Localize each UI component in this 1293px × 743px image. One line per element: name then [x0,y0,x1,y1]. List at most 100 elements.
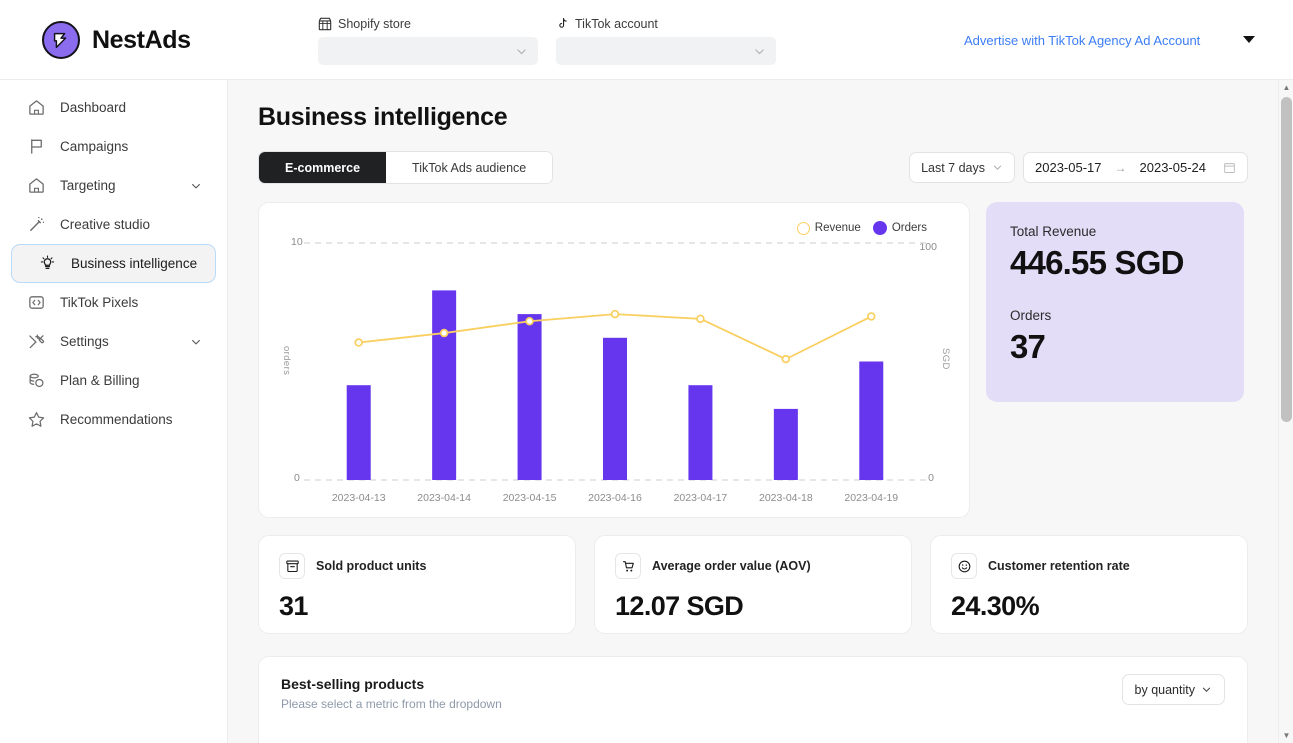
sidebar-item-business-intelligence[interactable]: Business intelligence [11,244,216,283]
sidebar-item-label: Business intelligence [71,256,198,271]
star-icon [24,408,48,432]
tab-tiktok-ads-audience[interactable]: TikTok Ads audience [386,152,553,183]
coins-icon [24,369,48,393]
sidebar: Dashboard Campaigns Targeting Creative s… [0,80,228,743]
date-range-separator: → [1114,160,1127,175]
advertise-agency-link[interactable]: Advertise with TikTok Agency Ad Account [964,33,1200,48]
date-preset-label: Last 7 days [921,160,985,175]
tiktok-account-selector[interactable]: TikTok account [556,17,776,65]
sidebar-item-tiktok-pixels[interactable]: TikTok Pixels [11,283,216,322]
metric-value: 24.30% [951,591,1040,621]
sidebar-item-label: Targeting [60,178,116,193]
nestads-logo-icon [42,21,80,59]
x-axis-tick: 2023-04-13 [331,492,386,504]
tab-ecommerce[interactable]: E-commerce [259,152,387,183]
sidebar-item-label: Creative studio [60,217,151,232]
date-range-picker[interactable]: 2023-05-17 → 2023-05-24 [1023,152,1248,183]
best-selling-metric-dropdown[interactable]: by quantity [1121,674,1225,705]
total-revenue-label: Total Revenue [1010,224,1097,239]
tools-icon [24,330,48,354]
metric-label: Sold product units [316,559,427,573]
date-preset-dropdown[interactable]: Last 7 days [909,152,1015,183]
brand[interactable]: NestAds [0,0,228,80]
scrollbar-thumb[interactable] [1281,97,1292,422]
sidebar-item-label: Campaigns [60,139,129,154]
metric-card-customer-retention-rate: Customer retention rate 24.30% [930,535,1248,634]
calendar-icon[interactable] [1223,161,1236,174]
total-revenue-value: 446.55 SGD [1010,244,1184,281]
metric-value: 31 [279,591,308,621]
metric-card-average-order-value: Average order value (AOV) 12.07 SGD [594,535,912,634]
metric-label: Average order value (AOV) [652,559,811,573]
lightbulb-icon [35,252,59,276]
best-selling-dropdown-label: by quantity [1134,682,1195,697]
date-start[interactable]: 2023-05-17 [1035,160,1102,175]
shopify-store-label-text: Shopify store [338,17,411,31]
x-axis-tick: 2023-04-16 [588,492,642,504]
tiktok-icon [556,17,569,31]
tiktok-account-select[interactable] [556,37,776,65]
chevron-down-icon[interactable] [190,180,202,192]
metrics-row: Sold product units 31 Average order valu… [258,535,1248,634]
chevron-down-icon [515,45,528,58]
page-title: Business intelligence [258,103,508,131]
code-brackets-icon [24,291,48,315]
account-menu-caret-icon[interactable] [1243,36,1255,43]
chevron-down-icon [753,45,766,58]
shopify-icon [318,17,332,31]
sidebar-item-plan-billing[interactable]: Plan & Billing [11,361,216,400]
magic-wand-icon [24,213,48,237]
sidebar-item-label: Recommendations [60,412,173,427]
home-target-icon [24,174,48,198]
top-bar: NestAds Shopify store TikTok account Adv… [0,0,1293,80]
sidebar-item-recommendations[interactable]: Recommendations [11,400,216,439]
main-content: Business intelligence E-commerce TikTok … [228,80,1278,743]
shopify-store-label: Shopify store [318,17,538,31]
sidebar-item-dashboard[interactable]: Dashboard [11,88,216,127]
sidebar-item-label: Plan & Billing [60,373,140,388]
best-selling-subtitle: Please select a metric from the dropdown [281,697,502,711]
chart-row: Revenue Orders orders SGD 10 100 0 0 202… [258,202,1248,518]
x-axis-tick: 2023-04-19 [844,492,899,504]
date-range-controls: Last 7 days 2023-05-17 → 2023-05-24 [909,152,1248,183]
sidebar-item-label: Settings [60,334,109,349]
flag-icon [24,135,48,159]
orders-label: Orders [1010,308,1052,323]
x-axis-tick: 2023-04-17 [673,492,728,504]
box-icon [279,553,305,579]
date-end[interactable]: 2023-05-24 [1140,160,1207,175]
metric-label: Customer retention rate [988,559,1130,573]
chevron-down-icon[interactable] [190,336,202,348]
x-axis-tick: 2023-04-18 [758,492,813,504]
scroll-down-arrow-icon[interactable]: ▼ [1279,728,1293,743]
page-scrollbar[interactable]: ▲ ▼ [1278,80,1293,743]
sidebar-item-settings[interactable]: Settings [11,322,216,361]
cart-icon [615,553,641,579]
scroll-up-arrow-icon[interactable]: ▲ [1279,80,1293,95]
tiktok-account-label-text: TikTok account [575,17,658,31]
controls-row: E-commerce TikTok Ads audience Last 7 da… [258,151,1248,184]
metric-value: 12.07 SGD [615,591,744,621]
chevron-down-icon [1201,684,1212,695]
orders-revenue-chart-card: Revenue Orders orders SGD 10 100 0 0 202… [258,202,970,518]
x-axis-tick: 2023-04-14 [417,492,471,504]
tiktok-account-label: TikTok account [556,17,776,31]
metric-card-sold-product-units: Sold product units 31 [258,535,576,634]
shopify-store-selector[interactable]: Shopify store [318,17,538,65]
brand-name: NestAds [92,25,191,54]
x-axis-tick: 2023-04-15 [502,492,557,504]
view-tabs: E-commerce TikTok Ads audience [258,151,554,184]
sidebar-item-label: Dashboard [60,100,127,115]
best-selling-products-card: Best-selling products Please select a me… [258,656,1248,743]
home-icon [24,96,48,120]
orders-value: 37 [1010,328,1046,365]
chart-plot [304,242,926,481]
sidebar-item-targeting[interactable]: Targeting [11,166,216,205]
shopify-store-select[interactable] [318,37,538,65]
chevron-down-icon [992,162,1003,173]
smiley-icon [951,553,977,579]
total-revenue-panel: Total Revenue 446.55 SGD Orders 37 [986,202,1244,402]
best-selling-title: Best-selling products [281,676,425,692]
sidebar-item-creative-studio[interactable]: Creative studio [11,205,216,244]
sidebar-item-campaigns[interactable]: Campaigns [11,127,216,166]
